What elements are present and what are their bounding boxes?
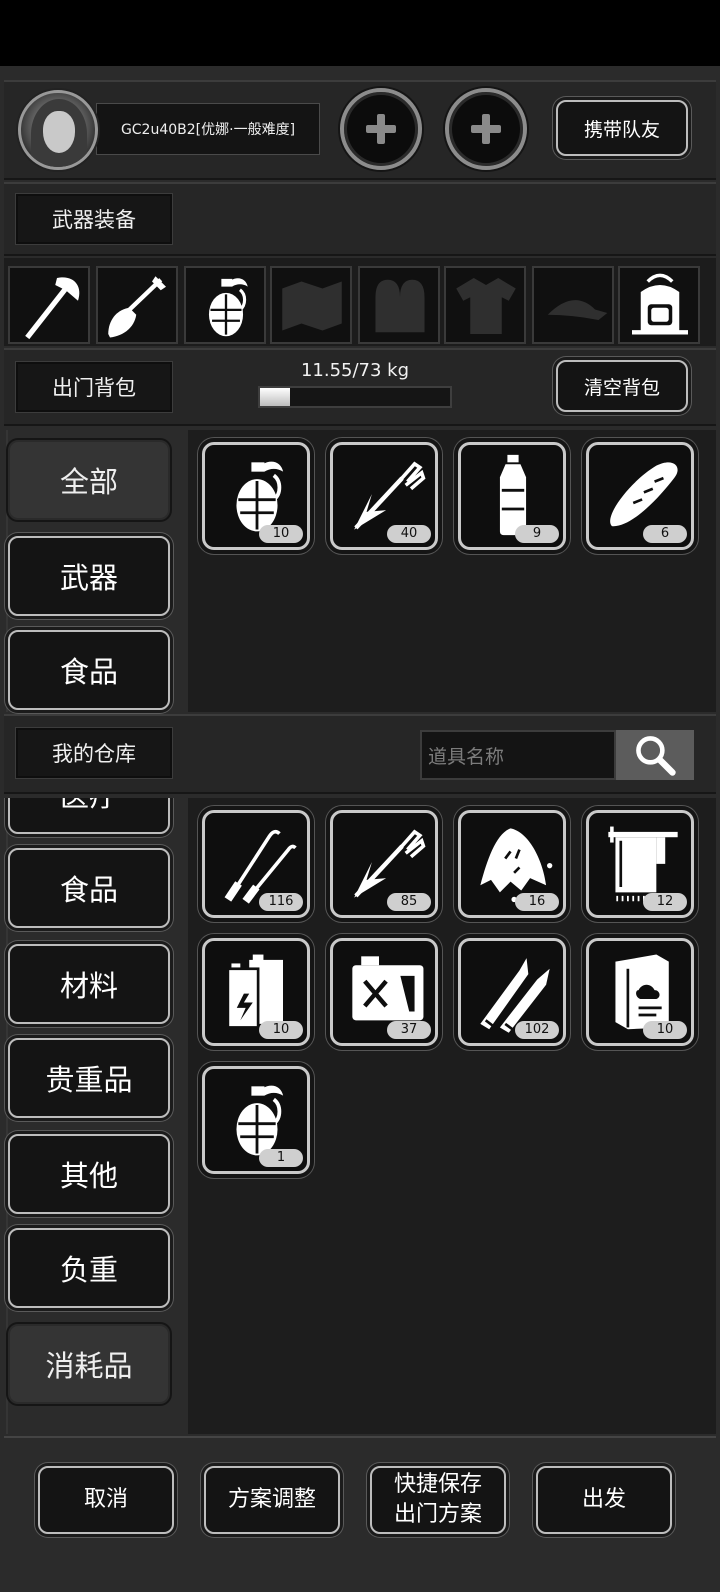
warehouse-category-materials[interactable]: 材料 — [8, 944, 170, 1024]
clear-backpack-button[interactable]: 清空背包 — [556, 360, 688, 412]
cancel-button[interactable]: 取消 — [38, 1466, 174, 1534]
depart-button[interactable]: 出发 — [536, 1466, 672, 1534]
warehouse-item[interactable]: 10 — [586, 938, 694, 1046]
adjust-plan-button[interactable]: 方案调整 — [204, 1466, 340, 1534]
item-count: 40 — [387, 525, 431, 543]
player-avatar[interactable] — [18, 90, 98, 170]
plus-icon — [471, 114, 501, 144]
shirt-icon — [451, 271, 521, 341]
equipment-title: 武器装备 — [16, 194, 172, 244]
backpack-category-all[interactable]: 全部 — [8, 440, 170, 520]
warehouse-category-valuables[interactable]: 贵重品 — [8, 1038, 170, 1118]
backpack-icon — [625, 271, 695, 341]
weight-bar — [258, 386, 452, 408]
equip-slot-shirt[interactable] — [444, 266, 526, 344]
equip-slot-backpack[interactable] — [618, 266, 700, 344]
grenade-icon — [195, 271, 257, 341]
warehouse-item[interactable]: 1 — [202, 1066, 310, 1174]
gloves-icon — [365, 271, 435, 341]
weight-bar-fill — [260, 388, 291, 406]
item-count: 102 — [515, 1021, 559, 1039]
backpack-item[interactable]: 40 — [330, 442, 438, 550]
player-name: GC2u40B2[优娜·一般难度] — [96, 103, 320, 155]
backpack-item[interactable]: 9 — [458, 442, 566, 550]
item-count: 1 — [259, 1149, 303, 1167]
shovel-icon — [103, 271, 173, 341]
item-count: 10 — [259, 1021, 303, 1039]
equip-slot-gloves[interactable] — [358, 266, 440, 344]
warehouse-category-consumables[interactable]: 消耗品 — [8, 1324, 170, 1404]
item-count: 116 — [259, 893, 303, 911]
item-count: 12 — [643, 893, 687, 911]
add-teammate-slot-2[interactable] — [445, 88, 527, 170]
warehouse-category-load[interactable]: 负重 — [8, 1228, 170, 1308]
quick-save-line-1: 快捷保存 — [393, 1472, 482, 1497]
equip-slot-cap[interactable] — [532, 266, 614, 344]
axe-icon — [15, 271, 85, 341]
search-input[interactable]: 道具名称 — [420, 730, 616, 780]
item-count: 85 — [387, 893, 431, 911]
status-bar — [0, 0, 720, 66]
warehouse-item[interactable]: 102 — [458, 938, 566, 1046]
weight-readout: 11.55/73 kg — [300, 360, 410, 381]
warehouse-item[interactable]: 10 — [202, 938, 310, 1046]
search-button[interactable] — [616, 730, 694, 780]
equip-slot-map[interactable] — [270, 266, 352, 344]
item-count: 9 — [515, 525, 559, 543]
item-count: 16 — [515, 893, 559, 911]
cap-icon — [539, 271, 609, 341]
backpack-item[interactable]: 6 — [586, 442, 694, 550]
item-count: 10 — [259, 525, 303, 543]
quick-save-plan-button[interactable]: 快捷保存 出门方案 — [370, 1466, 506, 1534]
warehouse-title: 我的仓库 — [16, 728, 172, 778]
equip-slot-axe[interactable] — [8, 266, 90, 344]
warehouse-category-food[interactable]: 食品 — [8, 848, 170, 928]
bring-teammate-button[interactable]: 携带队友 — [556, 100, 688, 156]
warehouse-item[interactable]: 116 — [202, 810, 310, 918]
item-count: 37 — [387, 1021, 431, 1039]
equip-slot-shovel[interactable] — [96, 266, 178, 344]
search-icon — [632, 732, 678, 778]
warehouse-category-other[interactable]: 其他 — [8, 1134, 170, 1214]
backpack-category-food[interactable]: 食品 — [8, 630, 170, 710]
warehouse-item[interactable]: 37 — [330, 938, 438, 1046]
item-count: 10 — [643, 1021, 687, 1039]
quick-save-line-2: 出门方案 — [393, 1502, 482, 1527]
item-count: 6 — [643, 525, 687, 543]
backpack-title: 出门背包 — [16, 362, 172, 412]
equip-slot-grenade[interactable] — [184, 266, 266, 344]
add-teammate-slot-1[interactable] — [340, 88, 422, 170]
map-icon — [277, 271, 347, 341]
plus-icon — [366, 114, 396, 144]
backpack-item[interactable]: 10 — [202, 442, 310, 550]
warehouse-item[interactable]: 16 — [458, 810, 566, 918]
backpack-category-weapons[interactable]: 武器 — [8, 536, 170, 616]
warehouse-item[interactable]: 12 — [586, 810, 694, 918]
warehouse-item[interactable]: 85 — [330, 810, 438, 918]
